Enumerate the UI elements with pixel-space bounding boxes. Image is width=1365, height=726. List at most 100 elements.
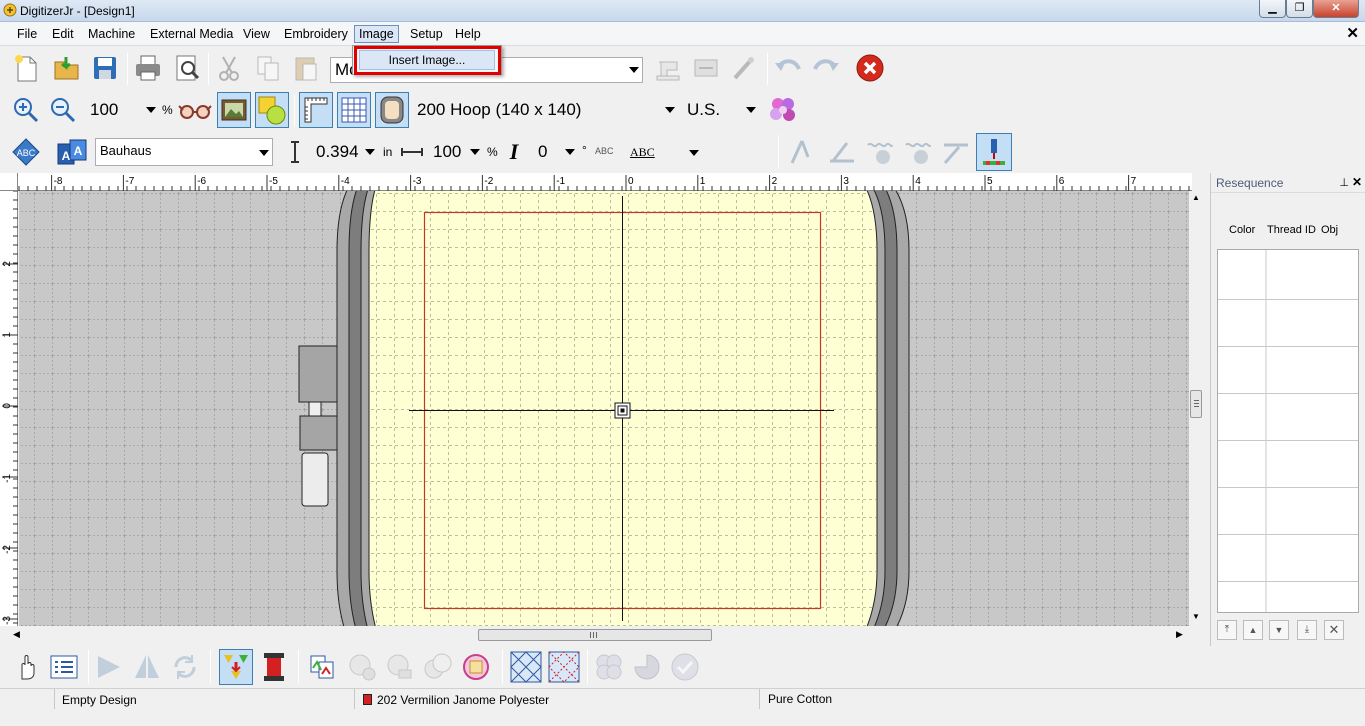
text-blocks-icon[interactable]: AA [55, 134, 89, 170]
move-top-icon[interactable]: ⤒ [1217, 620, 1237, 640]
design-canvas[interactable] [19, 191, 1189, 626]
column-color[interactable]: Color [1229, 224, 1255, 236]
new-file-icon[interactable] [9, 50, 43, 86]
horizontal-scroll-thumb[interactable] [478, 629, 712, 641]
flip-horizontal-icon[interactable] [92, 649, 126, 685]
stitch-sim-4-icon[interactable] [939, 134, 973, 170]
color-sort-icon[interactable] [219, 649, 253, 685]
abc-icon[interactable]: ABC [595, 146, 614, 156]
vertical-scrollbar[interactable]: ▲ ▼ [1189, 191, 1203, 626]
thread-palette-icon[interactable] [766, 92, 800, 128]
thread-spool-icon[interactable] [257, 649, 291, 685]
save-icon[interactable] [88, 50, 122, 86]
text-toolbar: ABC AA Bauhaus 0.394 in 100 % I 0 ° ABC … [0, 131, 1365, 173]
delete-icon[interactable]: ✕ [1324, 620, 1344, 640]
column-obj[interactable]: Obj [1321, 224, 1338, 236]
open-folder-icon[interactable] [50, 50, 84, 86]
menu-view[interactable]: View [239, 26, 274, 42]
horizontal-scrollbar[interactable]: ◀ ▶ [0, 626, 1189, 644]
resequence-list[interactable] [1217, 249, 1359, 613]
undo-icon[interactable] [771, 50, 805, 86]
menu-edit[interactable]: Edit [48, 26, 78, 42]
machine-transfer-icon[interactable] [689, 50, 723, 86]
hand-icon[interactable] [10, 649, 44, 685]
sewing-machine-icon[interactable] [651, 50, 685, 86]
vertical-scroll-thumb[interactable] [1190, 390, 1202, 418]
width-combo[interactable]: 100 [428, 139, 484, 165]
left-ruler: 2 1 0 -1 -2 -3 [0, 190, 18, 626]
paste-icon[interactable] [289, 50, 323, 86]
mdi-close-icon[interactable]: ✕ [1346, 24, 1359, 42]
menu-help[interactable]: Help [451, 26, 485, 42]
background-color-icon[interactable] [255, 92, 289, 128]
panel-close-icon[interactable]: ✕ [1352, 175, 1362, 189]
menu-image[interactable]: Image [354, 25, 399, 43]
rotate-icon[interactable] [168, 649, 202, 685]
scroll-right-icon[interactable]: ▶ [1176, 629, 1183, 640]
zoom-out-icon[interactable] [46, 92, 80, 128]
stitch-player-icon[interactable] [976, 133, 1012, 171]
center-marker-icon[interactable] [614, 402, 631, 419]
picture-icon[interactable] [217, 92, 251, 128]
move-up-icon[interactable]: ▲ [1243, 620, 1263, 640]
grid-icon[interactable] [337, 92, 371, 128]
menu-setup[interactable]: Setup [406, 26, 447, 42]
text-style-combo[interactable]: ABC [625, 138, 703, 166]
stitch-sim-3-icon[interactable] [901, 134, 935, 170]
menu-embroidery[interactable]: Embroidery [280, 26, 352, 42]
combine-icon[interactable] [592, 649, 626, 685]
scroll-left-icon[interactable]: ◀ [13, 629, 20, 640]
cut-icon[interactable] [212, 50, 246, 86]
italic-button[interactable]: I [500, 134, 528, 170]
hoop-clamp-neck [308, 401, 322, 417]
menu-machine[interactable]: Machine [84, 26, 139, 42]
hoop-ruler-icon[interactable] [299, 92, 333, 128]
insert-image-menu-item[interactable]: Insert Image... [359, 50, 495, 70]
width-icon [398, 134, 426, 170]
wizard-icon[interactable] [727, 50, 761, 86]
pin-icon[interactable]: ⊥ [1339, 176, 1349, 189]
circle-text-icon[interactable]: ABC [9, 134, 43, 170]
remove-circle-icon[interactable] [383, 649, 417, 685]
move-down-icon[interactable]: ▼ [1269, 620, 1289, 640]
hoop-combo[interactable]: 200 Hoop (140 x 140) [412, 97, 679, 123]
angle-combo[interactable]: 0 [533, 139, 579, 165]
move-bottom-icon[interactable]: ⤓ [1297, 620, 1317, 640]
flip-vertical-icon[interactable] [130, 649, 164, 685]
height-combo[interactable]: 0.394 [311, 139, 379, 165]
stop-icon[interactable] [853, 50, 887, 86]
checklist-icon[interactable] [47, 649, 81, 685]
restore-icon[interactable]: ❐ [1286, 0, 1313, 18]
applique-icon[interactable] [305, 649, 339, 685]
close-icon[interactable]: ✕ [1313, 0, 1359, 18]
menu-file[interactable]: File [13, 26, 41, 42]
redo-icon[interactable] [809, 50, 843, 86]
merge-icon[interactable] [421, 649, 455, 685]
font-combo[interactable]: Bauhaus [95, 138, 273, 166]
zoom-combo[interactable]: 100 [85, 97, 160, 123]
fill-pattern-2-icon[interactable] [547, 649, 581, 685]
status-bar: Empty Design 202 Vermilion Janome Polyes… [0, 688, 1365, 726]
units-combo[interactable]: U.S. [682, 97, 760, 123]
stitch-sim-1-icon[interactable] [825, 134, 859, 170]
glasses-icon[interactable] [178, 92, 212, 128]
print-preview-icon[interactable] [170, 50, 204, 86]
check-icon[interactable] [668, 649, 702, 685]
scroll-down-icon[interactable]: ▼ [1192, 612, 1200, 621]
fill-pattern-1-icon[interactable] [509, 649, 543, 685]
scroll-up-icon[interactable]: ▲ [1192, 193, 1200, 202]
title-bar: DigitizerJr - [Design1] ▁ ❐ ✕ [0, 0, 1365, 22]
stitch-sim-2-icon[interactable] [863, 134, 897, 170]
column-thread-id[interactable]: Thread ID [1267, 224, 1316, 236]
hoop-view-icon[interactable] [375, 92, 409, 128]
pie-icon[interactable] [630, 649, 664, 685]
add-circle-icon[interactable] [345, 649, 379, 685]
chevron-down-icon [146, 107, 156, 113]
color-wheel-icon[interactable] [459, 649, 493, 685]
zoom-in-icon[interactable] [9, 92, 43, 128]
print-icon[interactable] [131, 50, 165, 86]
copy-icon[interactable] [251, 50, 285, 86]
menu-external-media[interactable]: External Media [146, 26, 237, 42]
text-path-icon[interactable] [785, 134, 819, 170]
minimize-icon[interactable]: ▁ [1259, 0, 1286, 18]
